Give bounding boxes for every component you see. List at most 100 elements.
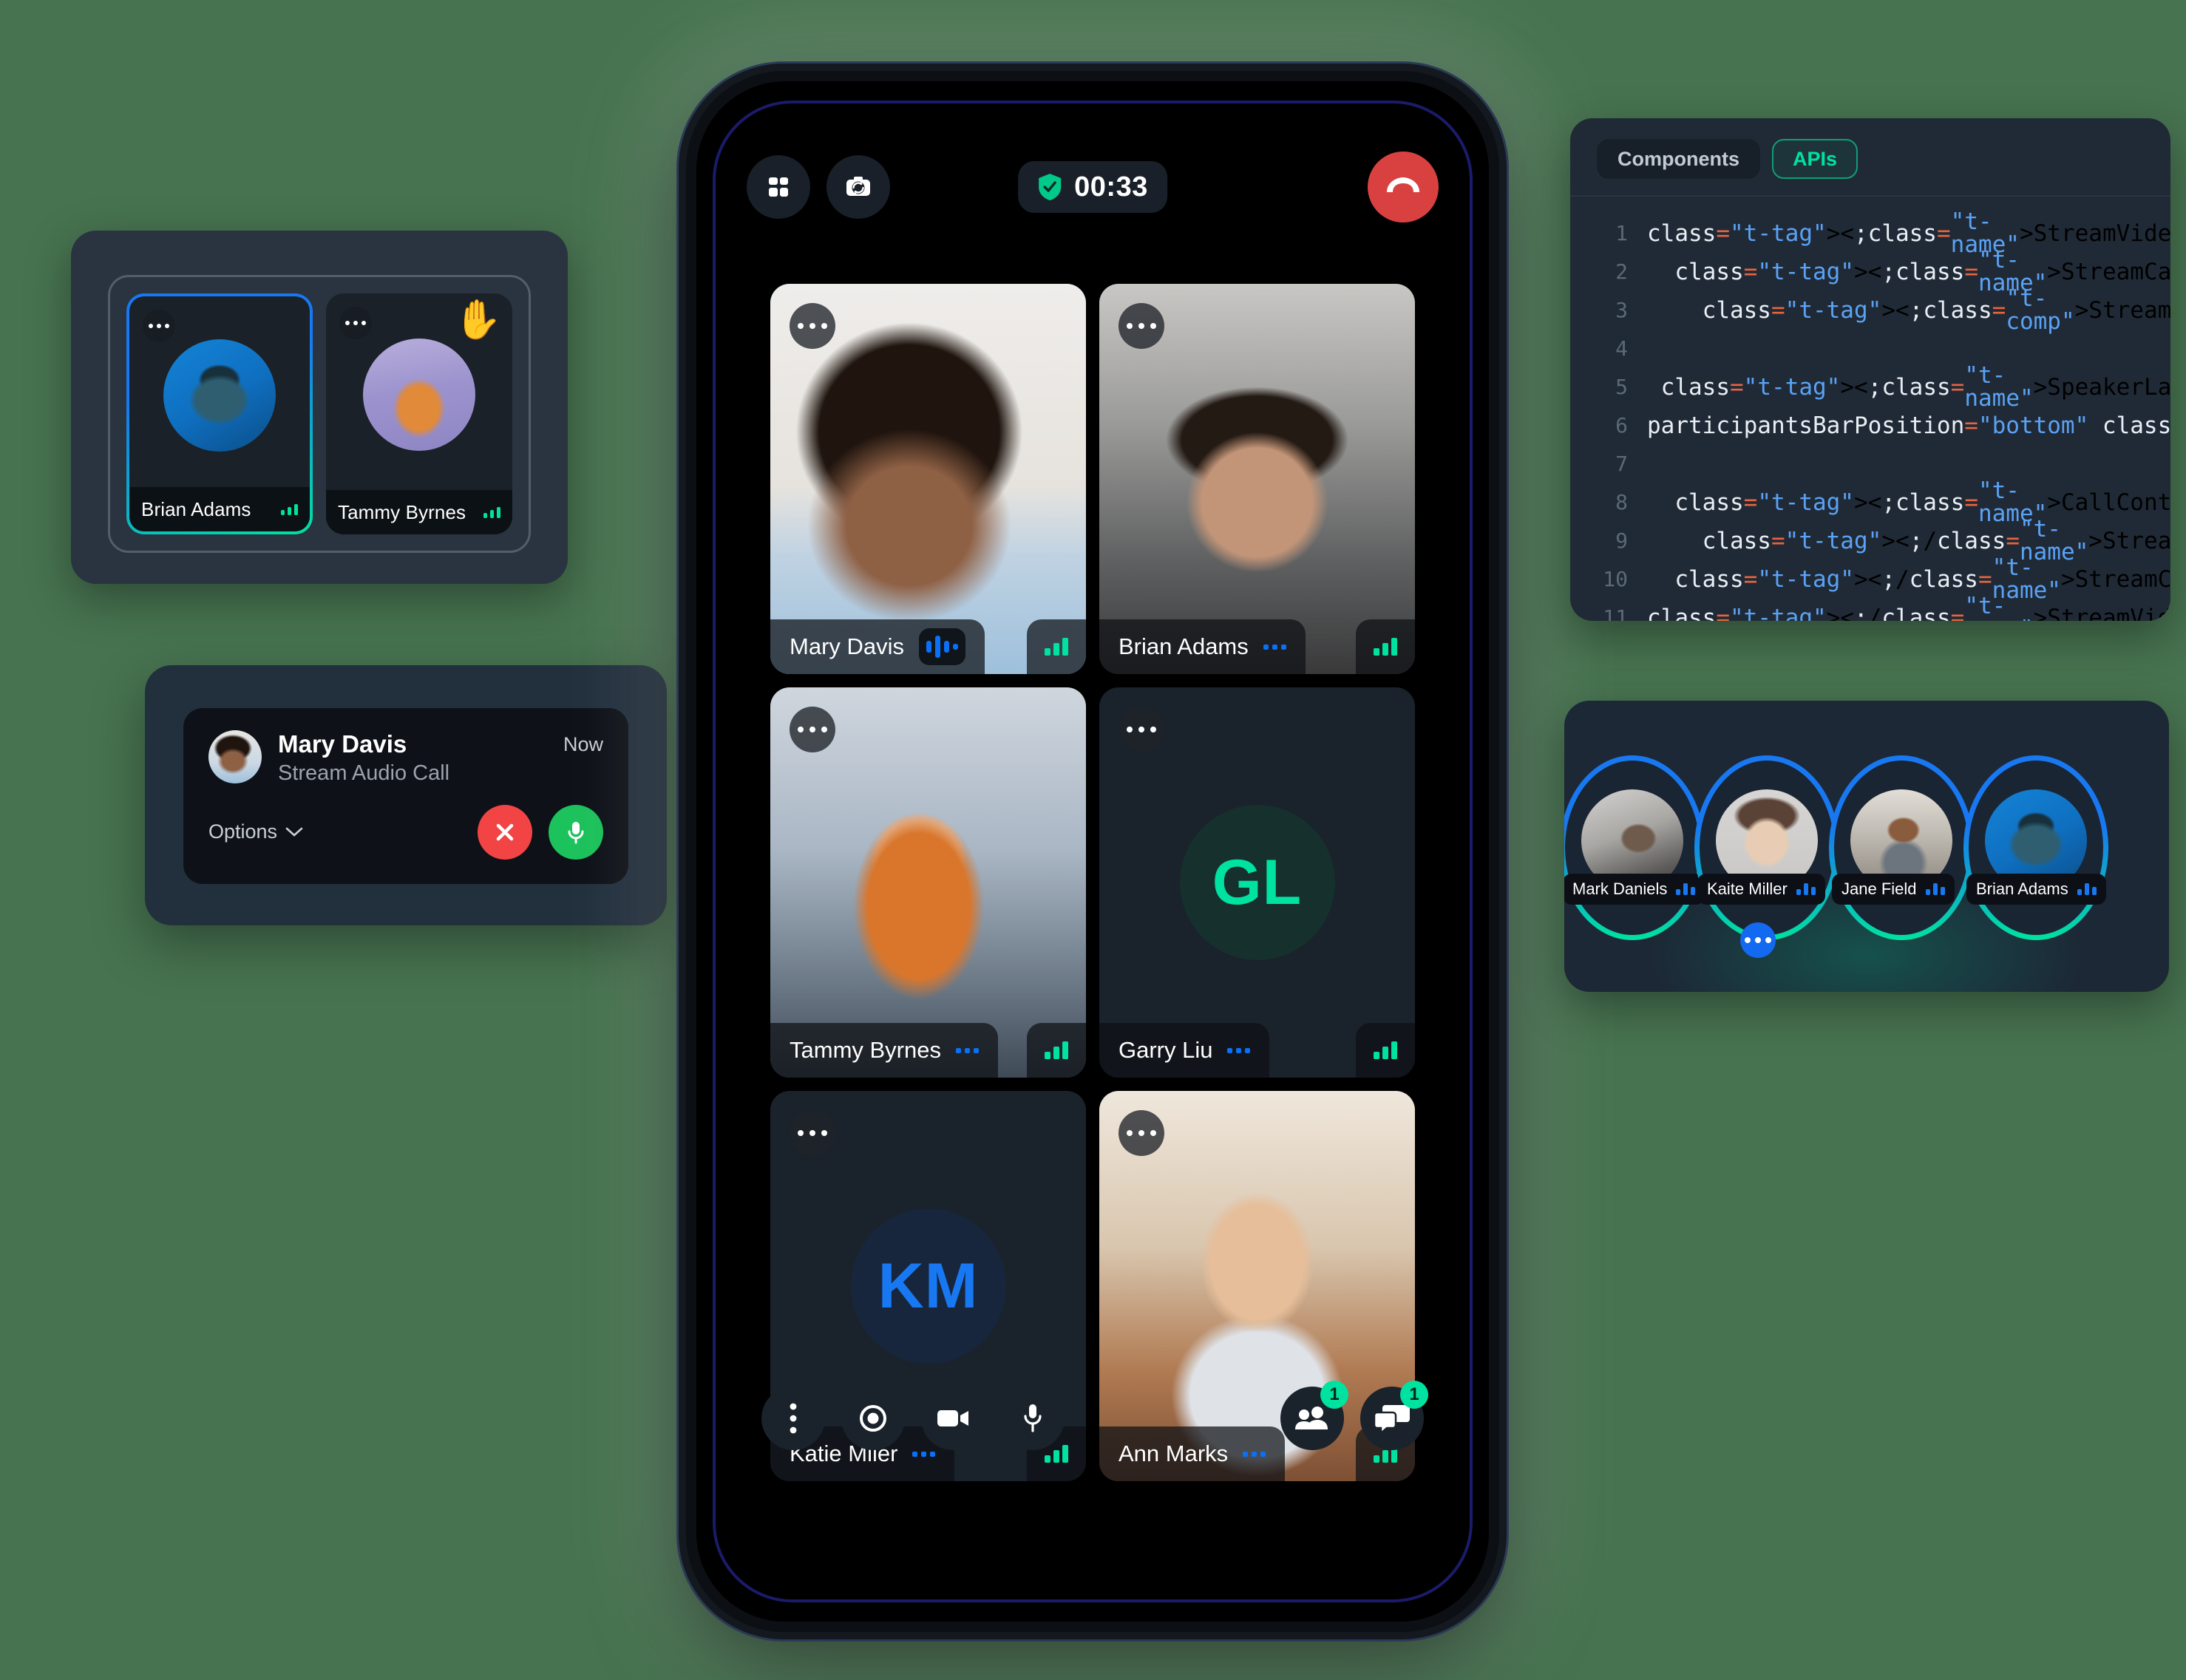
avatar	[163, 339, 276, 452]
code-panel-tabs: Components APIs	[1570, 118, 2170, 195]
call-subtitle: Stream Audio Call	[278, 761, 450, 785]
more-horizontal-icon[interactable]	[790, 1110, 835, 1156]
code-line: 11class="t-tag"><;/class="t-name">Stream…	[1570, 595, 2170, 622]
avatar-ring-strip: Mark Daniels Kaite Miller Jane Field Brian …	[1564, 755, 2106, 940]
avatar-initials: KM	[850, 1208, 1006, 1364]
participant-name: Jane Field	[1842, 880, 1917, 898]
tab-components[interactable]: Components	[1597, 139, 1760, 179]
avatar-name-chip: Brian Adams	[1966, 874, 2106, 905]
code-text: class="t-tag"><;	[1647, 220, 1868, 247]
more-horizontal-icon[interactable]	[339, 307, 372, 339]
code-line: 3 class="t-tag"><;class="t-comp">StreamT…	[1570, 288, 2170, 333]
call-duration: 00:33	[1074, 171, 1148, 203]
preview-tile-brian-adams[interactable]: Brian Adams	[126, 293, 313, 534]
end-call-button[interactable]	[1368, 152, 1439, 222]
code-text: participantsBarPosition="bottom" class="…	[1647, 412, 2170, 439]
mic-level-icon	[2077, 883, 2097, 895]
code-text: class="t-tag"><;	[1660, 373, 1882, 401]
participants-badge: 1	[1320, 1381, 1348, 1409]
code-line: 7	[1570, 445, 2170, 483]
participants-icon	[1295, 1407, 1328, 1429]
more-horizontal-icon[interactable]	[1119, 707, 1164, 752]
code-line: 2 class="t-tag"><; class = "t-name" >StreamC…	[1570, 249, 2170, 295]
code-panel: Components APIs 1 class="t-tag"><; class = "…	[1570, 118, 2170, 621]
line-number: 5	[1615, 375, 1628, 399]
mic-level-icon	[1676, 883, 1696, 895]
preview-tile-footer: Brian Adams	[129, 487, 310, 531]
record-button[interactable]	[841, 1387, 905, 1450]
mic-level-icon	[1925, 883, 1945, 895]
avatar-initials: GL	[1179, 805, 1335, 960]
tab-apis[interactable]: APIs	[1772, 139, 1859, 179]
more-horizontal-icon[interactable]	[790, 707, 835, 752]
decline-call-button[interactable]	[478, 804, 532, 860]
line-number: 11	[1603, 605, 1628, 622]
avatar-name-chip: Jane Field	[1832, 874, 1955, 905]
connection-quality	[1356, 1023, 1415, 1078]
accept-call-button[interactable]	[549, 804, 603, 860]
line-number: 6	[1615, 413, 1628, 438]
code-line: 9 class="t-tag"><;/class="t-name">Stream…	[1570, 518, 2170, 564]
shield-check-icon	[1039, 174, 1062, 200]
options-dropdown[interactable]: Options	[208, 820, 304, 843]
avatar-ring-item[interactable]: Mark Daniels	[1564, 755, 1705, 940]
participant-name: Brian Adams	[1976, 880, 2068, 898]
more-vertical-icon	[790, 1403, 797, 1434]
mic-toggle-button[interactable]	[1001, 1387, 1065, 1450]
participant-name-chip: Garry Liu	[1099, 1023, 1270, 1078]
more-horizontal-icon[interactable]	[1119, 1110, 1164, 1156]
code-line: 6 participantsBarPosition="bottom" class=…	[1570, 407, 2170, 445]
chat-badge: 1	[1400, 1381, 1428, 1409]
call-topbar: 00:33	[696, 146, 1489, 228]
avatar-ring-item[interactable]: Jane Field	[1829, 755, 1974, 940]
code-text: class="t-tag"><;	[1674, 489, 1895, 516]
participant-name: Garry Liu	[1119, 1037, 1213, 1063]
code-line: 8 class="t-tag"><; class = "t-name" >CallCon…	[1570, 480, 2170, 526]
code-line: 5 class="t-tag"><; class = "t-name" >Speaker…	[1570, 364, 2170, 410]
call-action-buttons	[478, 804, 603, 860]
more-horizontal-icon[interactable]	[790, 303, 835, 349]
call-controls-bar: 1 1	[761, 1381, 1428, 1450]
topbar-left-buttons	[747, 155, 890, 219]
participant-tile[interactable]: Brian Adams	[1099, 284, 1415, 674]
avatar-ring-item[interactable]: Kaite Miller	[1694, 755, 1839, 940]
code-text: class="t-tag"><;	[1702, 296, 1924, 324]
participant-name: Tammy Byrnes	[338, 500, 466, 523]
avatar-ring-panel: Mark Daniels Kaite Miller Jane Field Brian …	[1564, 701, 2169, 992]
participant-name: Brian Adams	[141, 497, 251, 520]
signal-bars-icon	[1374, 1041, 1397, 1059]
flip-camera-button[interactable]	[826, 155, 890, 219]
call-controls-right: 1 1	[1280, 1381, 1428, 1450]
more-horizontal-icon[interactable]	[1740, 922, 1776, 958]
chat-button[interactable]: 1	[1360, 1381, 1428, 1450]
notification-timestamp: Now	[563, 733, 603, 755]
more-horizontal-icon[interactable]	[1119, 303, 1164, 349]
avatar-name-chip: Kaite Miller	[1697, 874, 1825, 905]
notification-text-block: Mary Davis Stream Audio Call	[278, 730, 563, 786]
participants-button[interactable]: 1	[1280, 1381, 1348, 1450]
options-label: Options	[208, 820, 278, 843]
avatar-ring-item[interactable]: Brian Adams	[1963, 755, 2108, 940]
line-number: 10	[1603, 567, 1628, 591]
call-notification-card[interactable]: Mary Davis Stream Audio Call Now Options	[183, 708, 628, 884]
code-text: class="t-tag"><;/	[1674, 565, 1910, 593]
line-number: 8	[1615, 490, 1628, 514]
participant-tile[interactable]: Tammy Byrnes	[770, 687, 1086, 1078]
call-timer: 00:33	[1018, 161, 1167, 213]
code-editor[interactable]: 1 class="t-tag"><; class = "t-name" >StreamVi…	[1570, 197, 2170, 622]
more-options-button[interactable]	[761, 1387, 825, 1450]
chat-bubbles-icon	[1374, 1405, 1410, 1434]
preview-tile-tammy-byrnes[interactable]: ✋ Tammy Byrnes	[326, 293, 512, 534]
avatar	[363, 338, 475, 451]
avatar	[208, 730, 262, 783]
page-root: Brian Adams ✋ Tammy Byrnes Mary Davis St…	[0, 0, 2186, 1680]
more-horizontal-icon[interactable]	[143, 310, 175, 342]
participant-tile[interactable]: GL Garry Liu	[1099, 687, 1415, 1078]
participants-grid: Mary Davis Brian Adams Tammy Byrnes GL Garry…	[770, 284, 1415, 1481]
microphone-icon	[1024, 1404, 1042, 1432]
video-toggle-button[interactable]	[921, 1387, 985, 1450]
signal-bars-icon	[483, 506, 500, 518]
participant-tile[interactable]: Mary Davis	[770, 284, 1086, 674]
grid-layout-button[interactable]	[747, 155, 810, 219]
flip-camera-icon	[846, 177, 870, 196]
